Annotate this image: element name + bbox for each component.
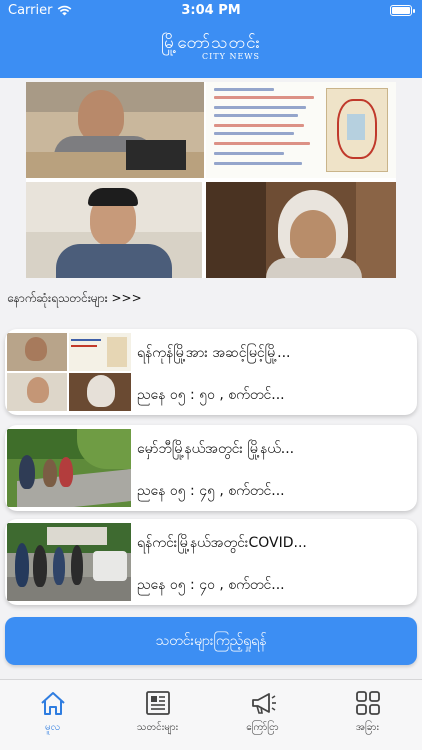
logo-myanmar-text: မြို့တော်သတင်း <box>161 33 261 53</box>
news-card[interactable]: ရန်ကုန်မြို့အား အဆင့်မြင့်မြို့... ညနေ ၀… <box>5 329 417 415</box>
tab-ads[interactable]: ကြော်ငြာ <box>210 690 315 735</box>
video-tile-participant-1 <box>26 182 202 278</box>
tab-label: မူလ <box>44 722 61 733</box>
news-date: ညနေ ၀၅ : ၅၀ , စက်တင်... <box>137 387 285 403</box>
status-time: 3:04 PM <box>181 3 241 18</box>
newspaper-icon <box>145 691 170 715</box>
news-title: ရန်ကင်းမြို့နယ်အတွင်းCOVID... <box>137 535 307 551</box>
news-title: မှော်ဘီမြို့နယ်အတွင်း မြို့နယ်... <box>137 441 295 457</box>
presentation-slide <box>206 82 396 178</box>
featured-news-image[interactable] <box>26 82 396 278</box>
news-date: ညနေ ၀၅ : ၄၅ , စက်တင်... <box>137 483 285 499</box>
news-thumbnail <box>7 333 131 411</box>
tab-home[interactable]: မူလ <box>0 690 105 735</box>
news-thumbnail <box>7 429 131 507</box>
app-logo: မြို့တော်သတင်း CITY NEWS <box>0 34 422 61</box>
logo-english-text: CITY NEWS <box>202 52 260 61</box>
news-date: ညနေ ၀၅ : ၄၀ , စက်တင်... <box>137 577 285 593</box>
latest-news-link[interactable]: နောက်ဆုံးရသတင်းများ >>> <box>7 290 142 308</box>
status-bar: Carrier 3:04 PM <box>0 0 422 22</box>
tab-label: သတင်းများ <box>136 722 179 733</box>
app-header: Carrier 3:04 PM မြို့တော်သတင်း CITY NEWS <box>0 0 422 78</box>
grid-icon <box>355 691 380 715</box>
video-tile-speaker <box>26 82 204 178</box>
news-thumbnail <box>7 523 131 601</box>
view-news-button[interactable]: သတင်းများကြည့်ရှုရန် <box>5 617 417 665</box>
tab-label: ကြော်ငြာ <box>246 722 279 733</box>
megaphone-icon <box>251 693 276 714</box>
news-title: ရန်ကုန်မြို့အား အဆင့်မြင့်မြို့... <box>137 345 291 361</box>
home-icon <box>40 692 65 715</box>
tab-label: အခြား <box>355 722 380 733</box>
news-card[interactable]: မှော်ဘီမြို့နယ်အတွင်း မြို့နယ်... ညနေ ၀၅… <box>5 425 417 511</box>
tab-news[interactable]: သတင်းများ <box>105 690 210 735</box>
battery-icon <box>390 5 415 16</box>
news-card[interactable]: ရန်ကင်းမြို့နယ်အတွင်းCOVID... ညနေ ၀၅ : ၄… <box>5 519 417 605</box>
tab-more[interactable]: အခြား <box>315 690 420 735</box>
video-tile-participant-2 <box>206 182 396 278</box>
bottom-tab-bar: မူလ သတင်းများ ကြော်ငြာ အခြား <box>0 679 422 750</box>
